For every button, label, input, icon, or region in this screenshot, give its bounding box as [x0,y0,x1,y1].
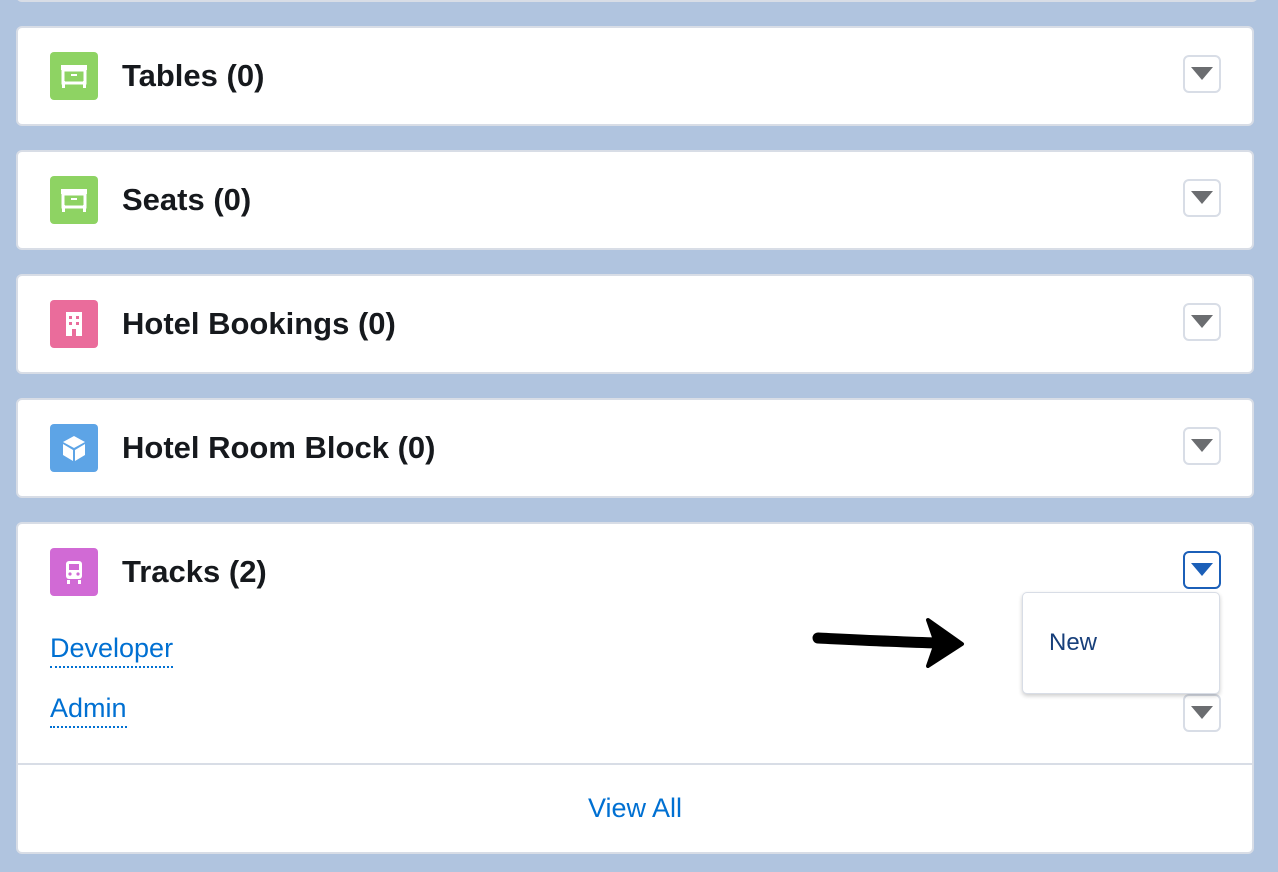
card-header: Hotel Bookings (0) [18,276,1252,372]
desk-icon [50,52,98,100]
chevron-down-icon [1191,706,1213,719]
card-menu-button[interactable] [1183,179,1221,217]
card-title[interactable]: Hotel Room Block (0) [122,428,435,468]
card-title[interactable]: Hotel Bookings (0) [122,304,396,344]
cube-icon [50,424,98,472]
building-icon [50,300,98,348]
card-menu-button[interactable] [1183,303,1221,341]
actions-dropdown-menu: New [1022,592,1220,694]
previous-card-edge [16,0,1258,2]
seats-card: Seats (0) [16,150,1254,250]
card-title[interactable]: Tracks (2) [122,552,267,592]
chevron-down-icon [1191,315,1213,328]
tables-card: Tables (0) [16,26,1254,126]
chevron-down-icon [1191,563,1213,576]
card-menu-button[interactable] [1183,55,1221,93]
chevron-down-icon [1191,67,1213,80]
hotel-room-block-card: Hotel Room Block (0) [16,398,1254,498]
card-title[interactable]: Seats (0) [122,180,251,220]
annotation-arrow-icon [812,618,964,668]
card-footer: View All [18,763,1252,852]
row-menu-button[interactable] [1183,694,1221,732]
card-header: Hotel Room Block (0) [18,400,1252,496]
view-all-link[interactable]: View All [588,793,682,824]
record-link-developer[interactable]: Developer [50,630,174,668]
menu-item-new[interactable]: New [1049,629,1097,657]
card-menu-button[interactable] [1183,427,1221,465]
card-menu-button[interactable] [1183,551,1221,589]
card-header: Seats (0) [18,152,1252,248]
chevron-down-icon [1191,191,1213,204]
desk-icon [50,176,98,224]
train-icon [50,548,98,596]
card-header: Tables (0) [18,28,1252,124]
hotel-bookings-card: Hotel Bookings (0) [16,274,1254,374]
record-link-admin[interactable]: Admin [50,690,127,728]
chevron-down-icon [1191,439,1213,452]
card-title[interactable]: Tables (0) [122,56,264,96]
